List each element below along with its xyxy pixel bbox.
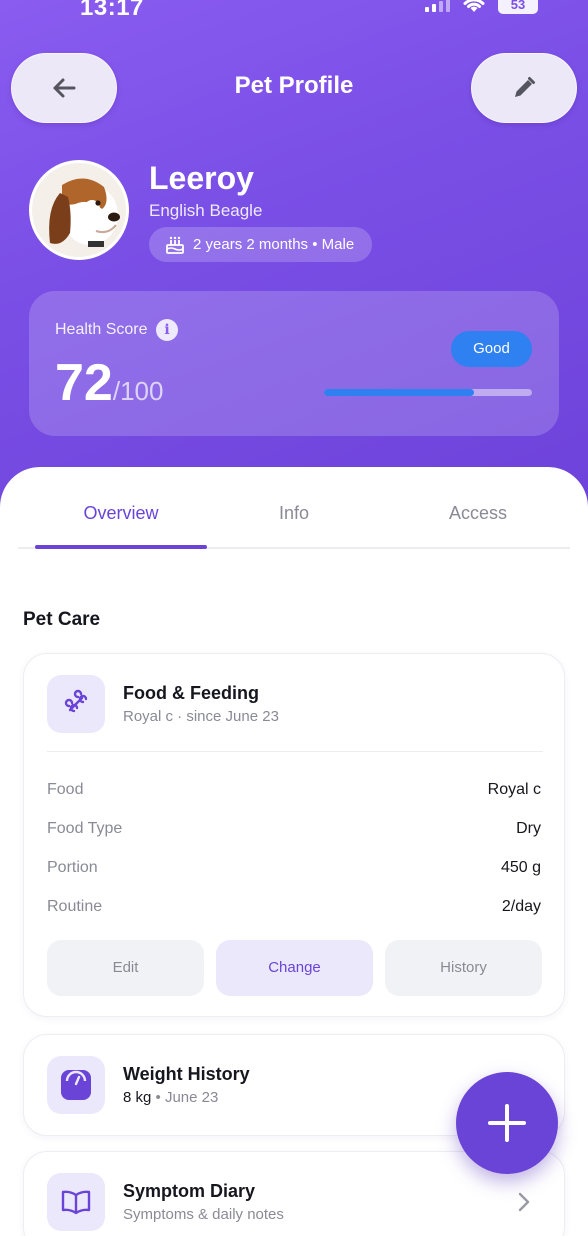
add-button[interactable] bbox=[456, 1072, 558, 1174]
health-progress-fill bbox=[324, 389, 474, 396]
pet-avatar[interactable] bbox=[29, 160, 129, 260]
food-change-button[interactable]: Change bbox=[216, 940, 373, 996]
pencil-icon bbox=[515, 77, 535, 97]
pet-photo bbox=[32, 163, 126, 257]
food-edit-button[interactable]: Edit bbox=[47, 940, 204, 996]
battery-indicator: 53 bbox=[498, 0, 538, 14]
diary-card-subtitle: Symptoms & daily notes bbox=[123, 1206, 284, 1223]
pet-name: Leeroy bbox=[149, 160, 254, 196]
health-status-badge: Good bbox=[451, 331, 532, 367]
divider bbox=[47, 751, 543, 752]
tab-overview[interactable]: Overview bbox=[35, 503, 207, 524]
health-score-label: Health Score bbox=[55, 321, 148, 338]
cake-icon bbox=[166, 236, 184, 254]
row-value-food: Royal c bbox=[487, 781, 541, 798]
weight-date: • June 23 bbox=[151, 1089, 219, 1106]
diary-icon-tile bbox=[47, 1173, 105, 1231]
health-score-max: /100 bbox=[112, 376, 164, 406]
weight-card-subtitle: 8 kg • June 23 bbox=[123, 1089, 218, 1106]
row-label-food: Food bbox=[47, 781, 84, 798]
weight-card-title: Weight History bbox=[123, 1064, 250, 1084]
edit-profile-button[interactable] bbox=[471, 53, 577, 123]
chevron-right-icon bbox=[518, 1192, 530, 1212]
section-title-pet-care: Pet Care bbox=[23, 609, 101, 630]
book-icon bbox=[61, 1190, 91, 1215]
age-sex-chip: 2 years 2 months • Male bbox=[149, 227, 373, 262]
wifi-icon bbox=[463, 0, 485, 12]
row-label-portion: Portion bbox=[47, 859, 98, 876]
weight-value: 8 kg bbox=[123, 1089, 152, 1106]
status-time: 13:17 bbox=[80, 0, 144, 21]
bone-icon bbox=[64, 689, 88, 713]
tab-access[interactable]: Access bbox=[392, 503, 564, 524]
tab-bar: Overview Info Access bbox=[18, 467, 570, 549]
row-value-portion: 450 g bbox=[500, 859, 541, 876]
row-value-routine: 2/day bbox=[501, 898, 541, 915]
health-progress-bar bbox=[324, 389, 532, 396]
health-score-value: 72/100 bbox=[55, 353, 163, 413]
info-icon[interactable]: i bbox=[156, 319, 178, 341]
status-icons: 53 bbox=[425, 0, 538, 14]
scale-icon bbox=[61, 1070, 91, 1100]
plus-icon bbox=[488, 1104, 526, 1142]
health-score-number: 72 bbox=[55, 354, 113, 412]
food-card-subtitle: Royal c · since June 23 bbox=[123, 708, 279, 725]
status-bar: 13:17 53 bbox=[0, 0, 588, 21]
food-icon-tile bbox=[47, 675, 105, 733]
food-history-button[interactable]: History bbox=[385, 940, 542, 996]
profile-header: 13:17 53 Pet Profile Leeroy English Beag… bbox=[0, 0, 588, 520]
age-sex-text: 2 years 2 months • Male bbox=[193, 236, 355, 253]
row-value-food-type: Dry bbox=[516, 820, 541, 837]
food-feeding-card[interactable]: Food & Feeding Royal c · since June 23 F… bbox=[23, 653, 565, 1017]
signal-icon bbox=[425, 0, 450, 12]
pet-breed: English Beagle bbox=[149, 201, 263, 220]
food-card-title: Food & Feeding bbox=[123, 683, 259, 703]
active-tab-indicator bbox=[35, 545, 207, 549]
tab-info[interactable]: Info bbox=[208, 503, 380, 524]
health-score-card[interactable]: Health Score i 72/100 Good bbox=[29, 291, 559, 436]
row-label-food-type: Food Type bbox=[47, 820, 123, 837]
diary-card-title: Symptom Diary bbox=[123, 1181, 256, 1201]
weight-icon-tile bbox=[47, 1056, 105, 1114]
row-label-routine: Routine bbox=[47, 898, 103, 915]
